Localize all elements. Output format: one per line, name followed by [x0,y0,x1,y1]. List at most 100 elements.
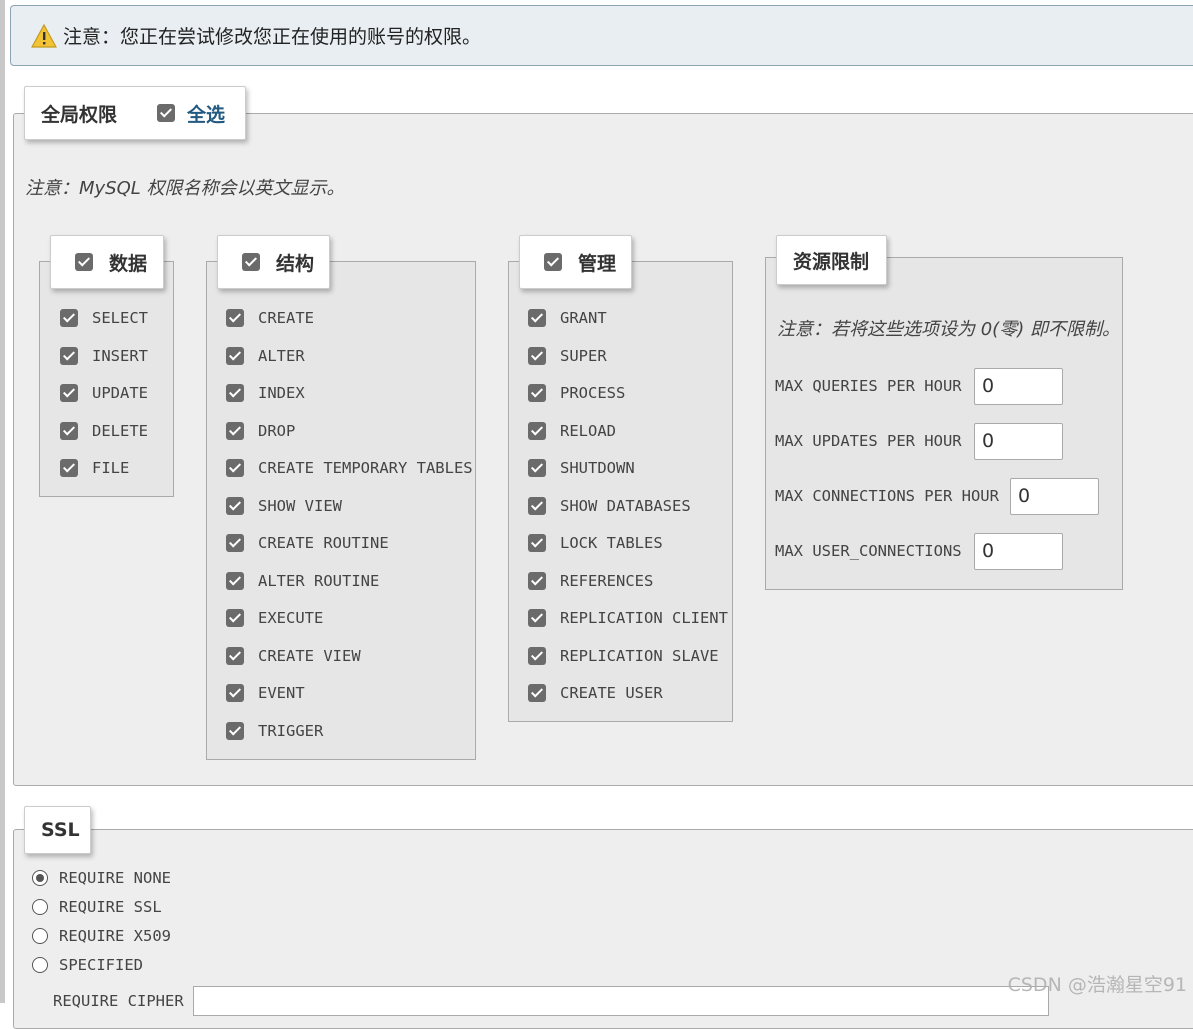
resource-limits-group [765,257,1123,590]
privilege-grant[interactable]: GRANT [528,309,607,327]
data-group-checkbox[interactable] [75,253,93,271]
privilege-checkbox[interactable] [226,609,244,627]
resource-limits-note: 注意：若将这些选项设为 0(零) 即不限制。 [777,319,1120,340]
privilege-checkbox[interactable] [226,646,244,665]
privilege-checkbox[interactable] [60,459,78,477]
resource-limit-label: MAX USER_CONNECTIONS [775,542,962,560]
watermark: CSDN @浩瀚星空91 [1007,974,1187,996]
ssl-radio[interactable] [32,957,48,973]
warning-notice: 注意：您正在尝试修改您正在使用的账号的权限。 [10,5,1193,66]
privilege-checkbox[interactable] [60,421,78,440]
require-cipher-input[interactable] [193,986,1049,1016]
privilege-index[interactable]: INDEX [226,384,305,402]
privilege-checkbox[interactable] [226,571,244,590]
privilege-checkbox[interactable] [60,309,78,327]
privilege-reload[interactable]: RELOAD [528,421,616,440]
privilege-checkbox[interactable] [60,346,78,365]
privilege-file[interactable]: FILE [60,459,129,477]
privilege-label: DELETE [92,421,148,440]
ssl-option-require-ssl[interactable]: REQUIRE SSL [32,898,162,916]
privilege-create-routine[interactable]: CREATE ROUTINE [226,534,389,552]
privilege-checkbox[interactable] [226,384,244,402]
privilege-label: REPLICATION SLAVE [560,646,719,665]
privilege-checkbox[interactable] [528,384,546,402]
privilege-select[interactable]: SELECT [60,309,148,327]
privilege-checkbox[interactable] [528,684,546,702]
privilege-create-temporary-tables[interactable]: CREATE TEMPORARY TABLES [226,459,473,477]
privilege-create[interactable]: CREATE [226,309,314,327]
privilege-label: ALTER [258,346,305,365]
privilege-checkbox[interactable] [528,346,546,365]
privilege-drop[interactable]: DROP [226,421,295,440]
privilege-replication-slave[interactable]: REPLICATION SLAVE [528,646,719,665]
ssl-option-label: SPECIFIED [59,956,143,974]
privilege-checkbox[interactable] [528,609,546,627]
resource-limit-input-max-connections-per-hour[interactable]: 0 [1010,478,1099,515]
privilege-checkbox[interactable] [226,496,244,515]
privilege-label: PROCESS [560,384,626,402]
privilege-create-user[interactable]: CREATE USER [528,684,663,702]
privilege-checkbox[interactable] [528,646,546,665]
privilege-replication-client[interactable]: REPLICATION CLIENT [528,609,728,627]
privilege-label: CREATE VIEW [258,646,361,665]
privilege-label: CREATE [258,309,314,327]
privilege-label: REFERENCES [560,571,654,590]
warning-text: 注意：您正在尝试修改您正在使用的账号的权限。 [63,26,482,48]
privilege-label: REPLICATION CLIENT [560,609,728,627]
privilege-alter[interactable]: ALTER [226,346,305,365]
privilege-checkbox[interactable] [528,534,546,552]
privilege-checkbox[interactable] [528,309,546,327]
global-privileges-title: 全局权限 [41,103,118,126]
privilege-process[interactable]: PROCESS [528,384,625,402]
privilege-event[interactable]: EVENT [226,684,305,702]
privilege-references[interactable]: REFERENCES [528,571,654,590]
privilege-label: CREATE TEMPORARY TABLES [258,459,473,477]
resource-limit-input-max-updates-per-hour[interactable]: 0 [974,423,1063,460]
privilege-checkbox[interactable] [60,384,78,402]
privilege-trigger[interactable]: TRIGGER [226,721,323,740]
ssl-option-require-none[interactable]: REQUIRE NONE [32,869,171,887]
privilege-checkbox[interactable] [528,571,546,590]
resource-limits-title: 资源限制 [793,250,870,273]
privilege-insert[interactable]: INSERT [60,346,148,365]
structure-group-checkbox[interactable] [242,253,260,271]
privilege-label: SHUTDOWN [560,459,635,477]
privilege-shutdown[interactable]: SHUTDOWN [528,459,635,477]
privilege-checkbox[interactable] [226,346,244,365]
privilege-checkbox[interactable] [528,496,546,515]
privilege-label: SELECT [92,309,148,327]
ssl-radio[interactable] [32,928,48,944]
privilege-super[interactable]: SUPER [528,346,607,365]
admin-group-checkbox[interactable] [544,253,562,271]
privilege-label: INDEX [258,384,305,402]
privilege-checkbox[interactable] [226,684,244,702]
select-all-link[interactable]: 全选 [187,100,225,127]
privilege-checkbox[interactable] [226,309,244,327]
ssl-radio[interactable] [32,899,48,915]
privilege-checkbox[interactable] [528,421,546,440]
select-all-checkbox[interactable] [157,104,176,122]
privilege-label: FILE [92,459,130,477]
privilege-lock-tables[interactable]: LOCK TABLES [528,534,663,552]
privilege-create-view[interactable]: CREATE VIEW [226,646,361,665]
privilege-checkbox[interactable] [226,459,244,477]
resource-limit-input-max-queries-per-hour[interactable]: 0 [974,368,1063,405]
privilege-checkbox[interactable] [226,534,244,552]
ssl-option-specified[interactable]: SPECIFIED [32,956,143,974]
privilege-label: RELOAD [560,421,616,440]
privilege-execute[interactable]: EXECUTE [226,609,323,627]
privilege-update[interactable]: UPDATE [60,384,148,402]
resource-limit-label: MAX UPDATES PER HOUR [775,432,962,450]
resource-limits-legend: 资源限制 [776,235,887,285]
privilege-show-view[interactable]: SHOW VIEW [226,496,342,515]
ssl-radio[interactable] [32,870,48,886]
resource-limit-input-max-user-connections[interactable]: 0 [974,533,1063,570]
admin-group-title: 管理 [578,252,617,275]
privilege-show-databases[interactable]: SHOW DATABASES [528,496,691,515]
privilege-checkbox[interactable] [226,721,244,740]
privilege-alter-routine[interactable]: ALTER ROUTINE [226,571,379,590]
privilege-checkbox[interactable] [226,421,244,440]
ssl-option-require-x509[interactable]: REQUIRE X509 [32,927,171,945]
privilege-checkbox[interactable] [528,459,546,477]
privilege-delete[interactable]: DELETE [60,421,148,440]
